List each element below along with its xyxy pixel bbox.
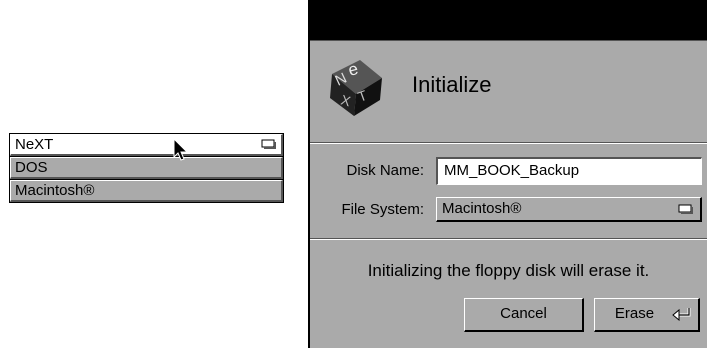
popup-list-item-label: NeXT xyxy=(15,136,54,153)
divider xyxy=(310,142,707,144)
titlebar-edge xyxy=(310,40,707,41)
panel-titlebar[interactable] xyxy=(310,0,707,40)
warning-message: Initializing the floppy disk will erase … xyxy=(367,261,650,280)
next-cube-logo-icon: N e X T xyxy=(330,59,382,116)
erase-button-label: Erase xyxy=(614,305,655,322)
file-system-value: Macintosh® xyxy=(442,200,522,217)
return-key-icon xyxy=(672,308,691,321)
popup-list-item-macintosh[interactable]: Macintosh® xyxy=(10,180,283,202)
file-system-popup-list: NeXT DOS Macintosh® xyxy=(9,133,284,203)
initialize-panel: N e X T Initialize Disk Name: MM_BOOK_Ba… xyxy=(308,0,707,348)
popup-list-item-next[interactable]: NeXT xyxy=(10,134,283,156)
popup-list-item-label: Macintosh® xyxy=(15,182,95,199)
cancel-button[interactable]: Cancel xyxy=(464,298,584,332)
disk-name-label: Disk Name: xyxy=(346,162,424,179)
divider xyxy=(310,238,707,240)
panel-title: Initialize xyxy=(412,72,492,97)
popup-indicator-icon xyxy=(261,139,276,149)
popup-list-item-label: DOS xyxy=(15,159,48,176)
disk-name-field[interactable]: MM_BOOK_Backup xyxy=(436,157,702,185)
popup-indicator-icon xyxy=(678,204,693,214)
erase-button[interactable]: Erase xyxy=(594,298,700,332)
file-system-popup-button[interactable]: Macintosh® xyxy=(436,197,702,222)
popup-list-item-dos[interactable]: DOS xyxy=(10,157,283,179)
file-system-label: File System: xyxy=(341,201,424,218)
mouse-cursor-icon xyxy=(173,138,189,161)
